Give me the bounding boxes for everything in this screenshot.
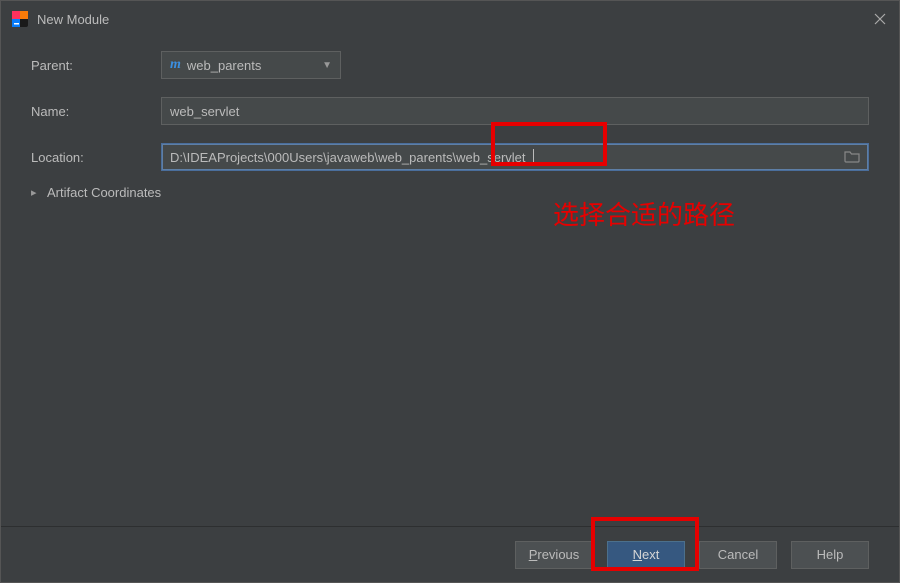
folder-open-icon[interactable] xyxy=(844,149,860,166)
parent-value: web_parents xyxy=(187,58,261,73)
intellij-icon xyxy=(11,10,29,28)
parent-row: Parent: m web_parents ▼ xyxy=(31,51,869,79)
next-button[interactable]: Next xyxy=(607,541,685,569)
location-row: Location: D:\IDEAProjects\000Users\javaw… xyxy=(31,143,869,171)
chevron-down-icon: ▼ xyxy=(322,60,332,71)
parent-label: Parent: xyxy=(31,58,161,73)
artifact-coordinates-toggle[interactable]: ▸ Artifact Coordinates xyxy=(31,185,869,200)
cancel-label: Cancel xyxy=(718,547,758,562)
help-button[interactable]: Help xyxy=(791,541,869,569)
dialog-content: Parent: m web_parents ▼ Name: Location: … xyxy=(1,37,899,526)
close-icon[interactable] xyxy=(871,10,889,28)
name-input[interactable] xyxy=(161,97,869,125)
artifact-label: Artifact Coordinates xyxy=(47,185,161,200)
maven-module-icon: m xyxy=(170,57,181,73)
location-value: D:\IDEAProjects\000Users\javaweb\web_par… xyxy=(170,150,526,165)
annotation-text: 选择合适的路径 xyxy=(553,195,735,232)
new-module-dialog: New Module Parent: m web_parents ▼ Name:… xyxy=(0,0,900,583)
location-label: Location: xyxy=(31,150,161,165)
window-title: New Module xyxy=(37,12,109,27)
name-row: Name: xyxy=(31,97,869,125)
cancel-button[interactable]: Cancel xyxy=(699,541,777,569)
location-input[interactable]: D:\IDEAProjects\000Users\javaweb\web_par… xyxy=(161,143,869,171)
dialog-footer: Previous Next Cancel Help xyxy=(1,526,899,582)
parent-combobox[interactable]: m web_parents ▼ xyxy=(161,51,341,79)
help-label: Help xyxy=(817,547,844,562)
previous-label-rest: revious xyxy=(537,547,579,562)
next-label-rest: ext xyxy=(642,547,659,562)
previous-button[interactable]: Previous xyxy=(515,541,593,569)
name-label: Name: xyxy=(31,104,161,119)
text-caret xyxy=(533,149,534,165)
chevron-right-icon: ▸ xyxy=(31,186,41,199)
titlebar: New Module xyxy=(1,1,899,37)
